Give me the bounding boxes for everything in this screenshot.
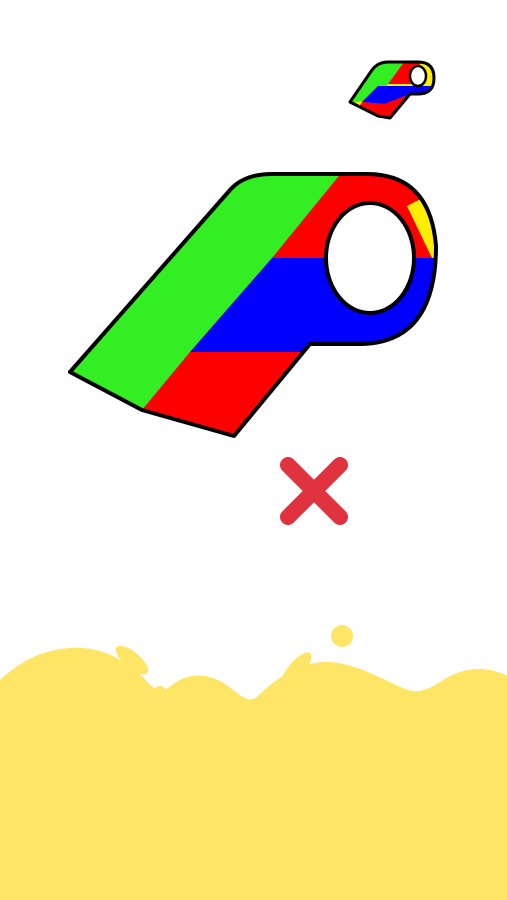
whistle-mouth-hole xyxy=(324,201,416,315)
target-preview-whistle-icon xyxy=(348,54,440,124)
wrong-mark-close-icon xyxy=(276,455,352,527)
paint-pool-body[interactable] xyxy=(0,647,507,900)
close-icon xyxy=(280,457,348,525)
paint-splash-svg[interactable] xyxy=(0,622,507,900)
target-whistle-svg xyxy=(348,60,436,120)
paint-droplet-top xyxy=(331,625,353,647)
paint-pool[interactable] xyxy=(0,622,507,900)
paint-droplet-small xyxy=(154,686,166,698)
whistle-icon[interactable] xyxy=(62,166,446,446)
game-stage xyxy=(0,0,507,900)
target-mouth-hole xyxy=(408,64,428,88)
whistle-svg[interactable] xyxy=(62,166,446,446)
